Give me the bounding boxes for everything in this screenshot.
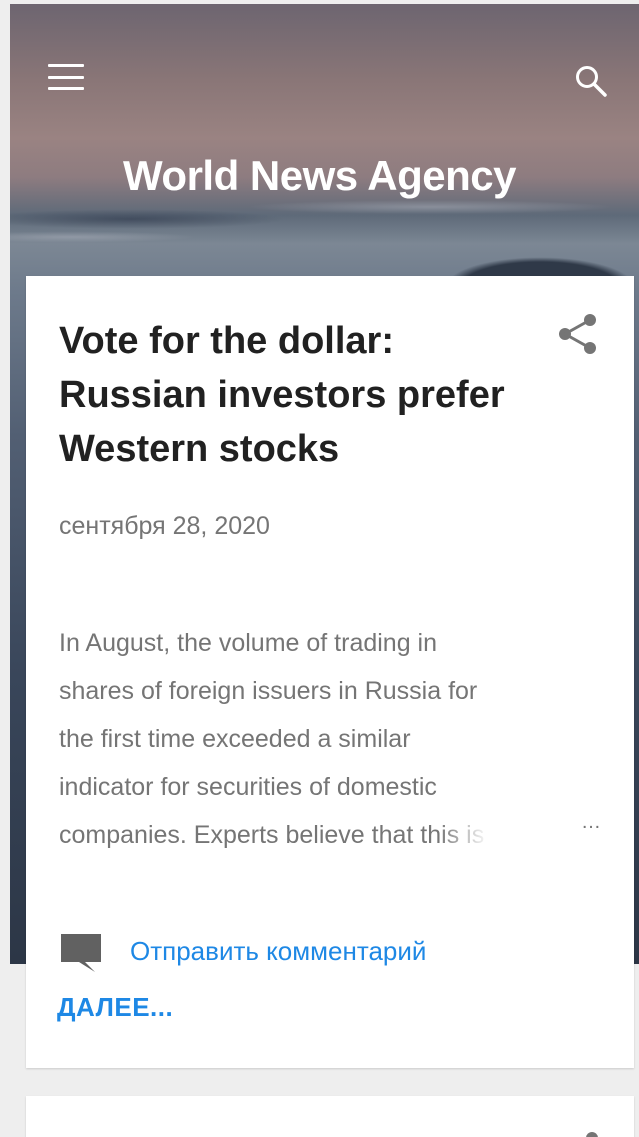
next-post-card <box>26 1096 634 1137</box>
post-comment-link[interactable]: Отправить комментарий <box>130 936 426 967</box>
post-date: сентября 28, 2020 <box>59 512 270 540</box>
page: World News Agency Vote for the dollar: R… <box>10 4 639 1137</box>
post-title[interactable]: Vote for the dollar: Russian investors p… <box>59 314 529 476</box>
hamburger-menu-icon[interactable] <box>48 64 84 90</box>
snippet-line: the first time exceeded a similar <box>59 725 411 753</box>
snippet-line-start: companies. Experts believe that <box>59 821 414 849</box>
snippet-line-faded: this is <box>413 821 485 849</box>
snippet-line: shares of foreign issuers in Russia for <box>59 677 478 705</box>
site-title[interactable]: World News Agency <box>10 152 639 200</box>
share-icon[interactable] <box>586 1132 598 1137</box>
post-card: Vote for the dollar: Russian investors p… <box>26 276 634 1068</box>
snippet-ellipsis: … <box>581 811 602 833</box>
post-snippet: In August, the volume of trading in shar… <box>59 619 599 859</box>
comment-icon[interactable] <box>59 932 103 974</box>
snippet-line: In August, the volume of trading in <box>59 629 438 657</box>
snippet-line: indicator for securities of domestic <box>59 773 437 801</box>
share-icon[interactable] <box>556 312 600 356</box>
search-icon[interactable] <box>574 64 608 98</box>
read-more-link[interactable]: ДАЛЕЕ... <box>57 992 173 1023</box>
snippet-line: companies. Experts believe that this is <box>59 811 599 859</box>
